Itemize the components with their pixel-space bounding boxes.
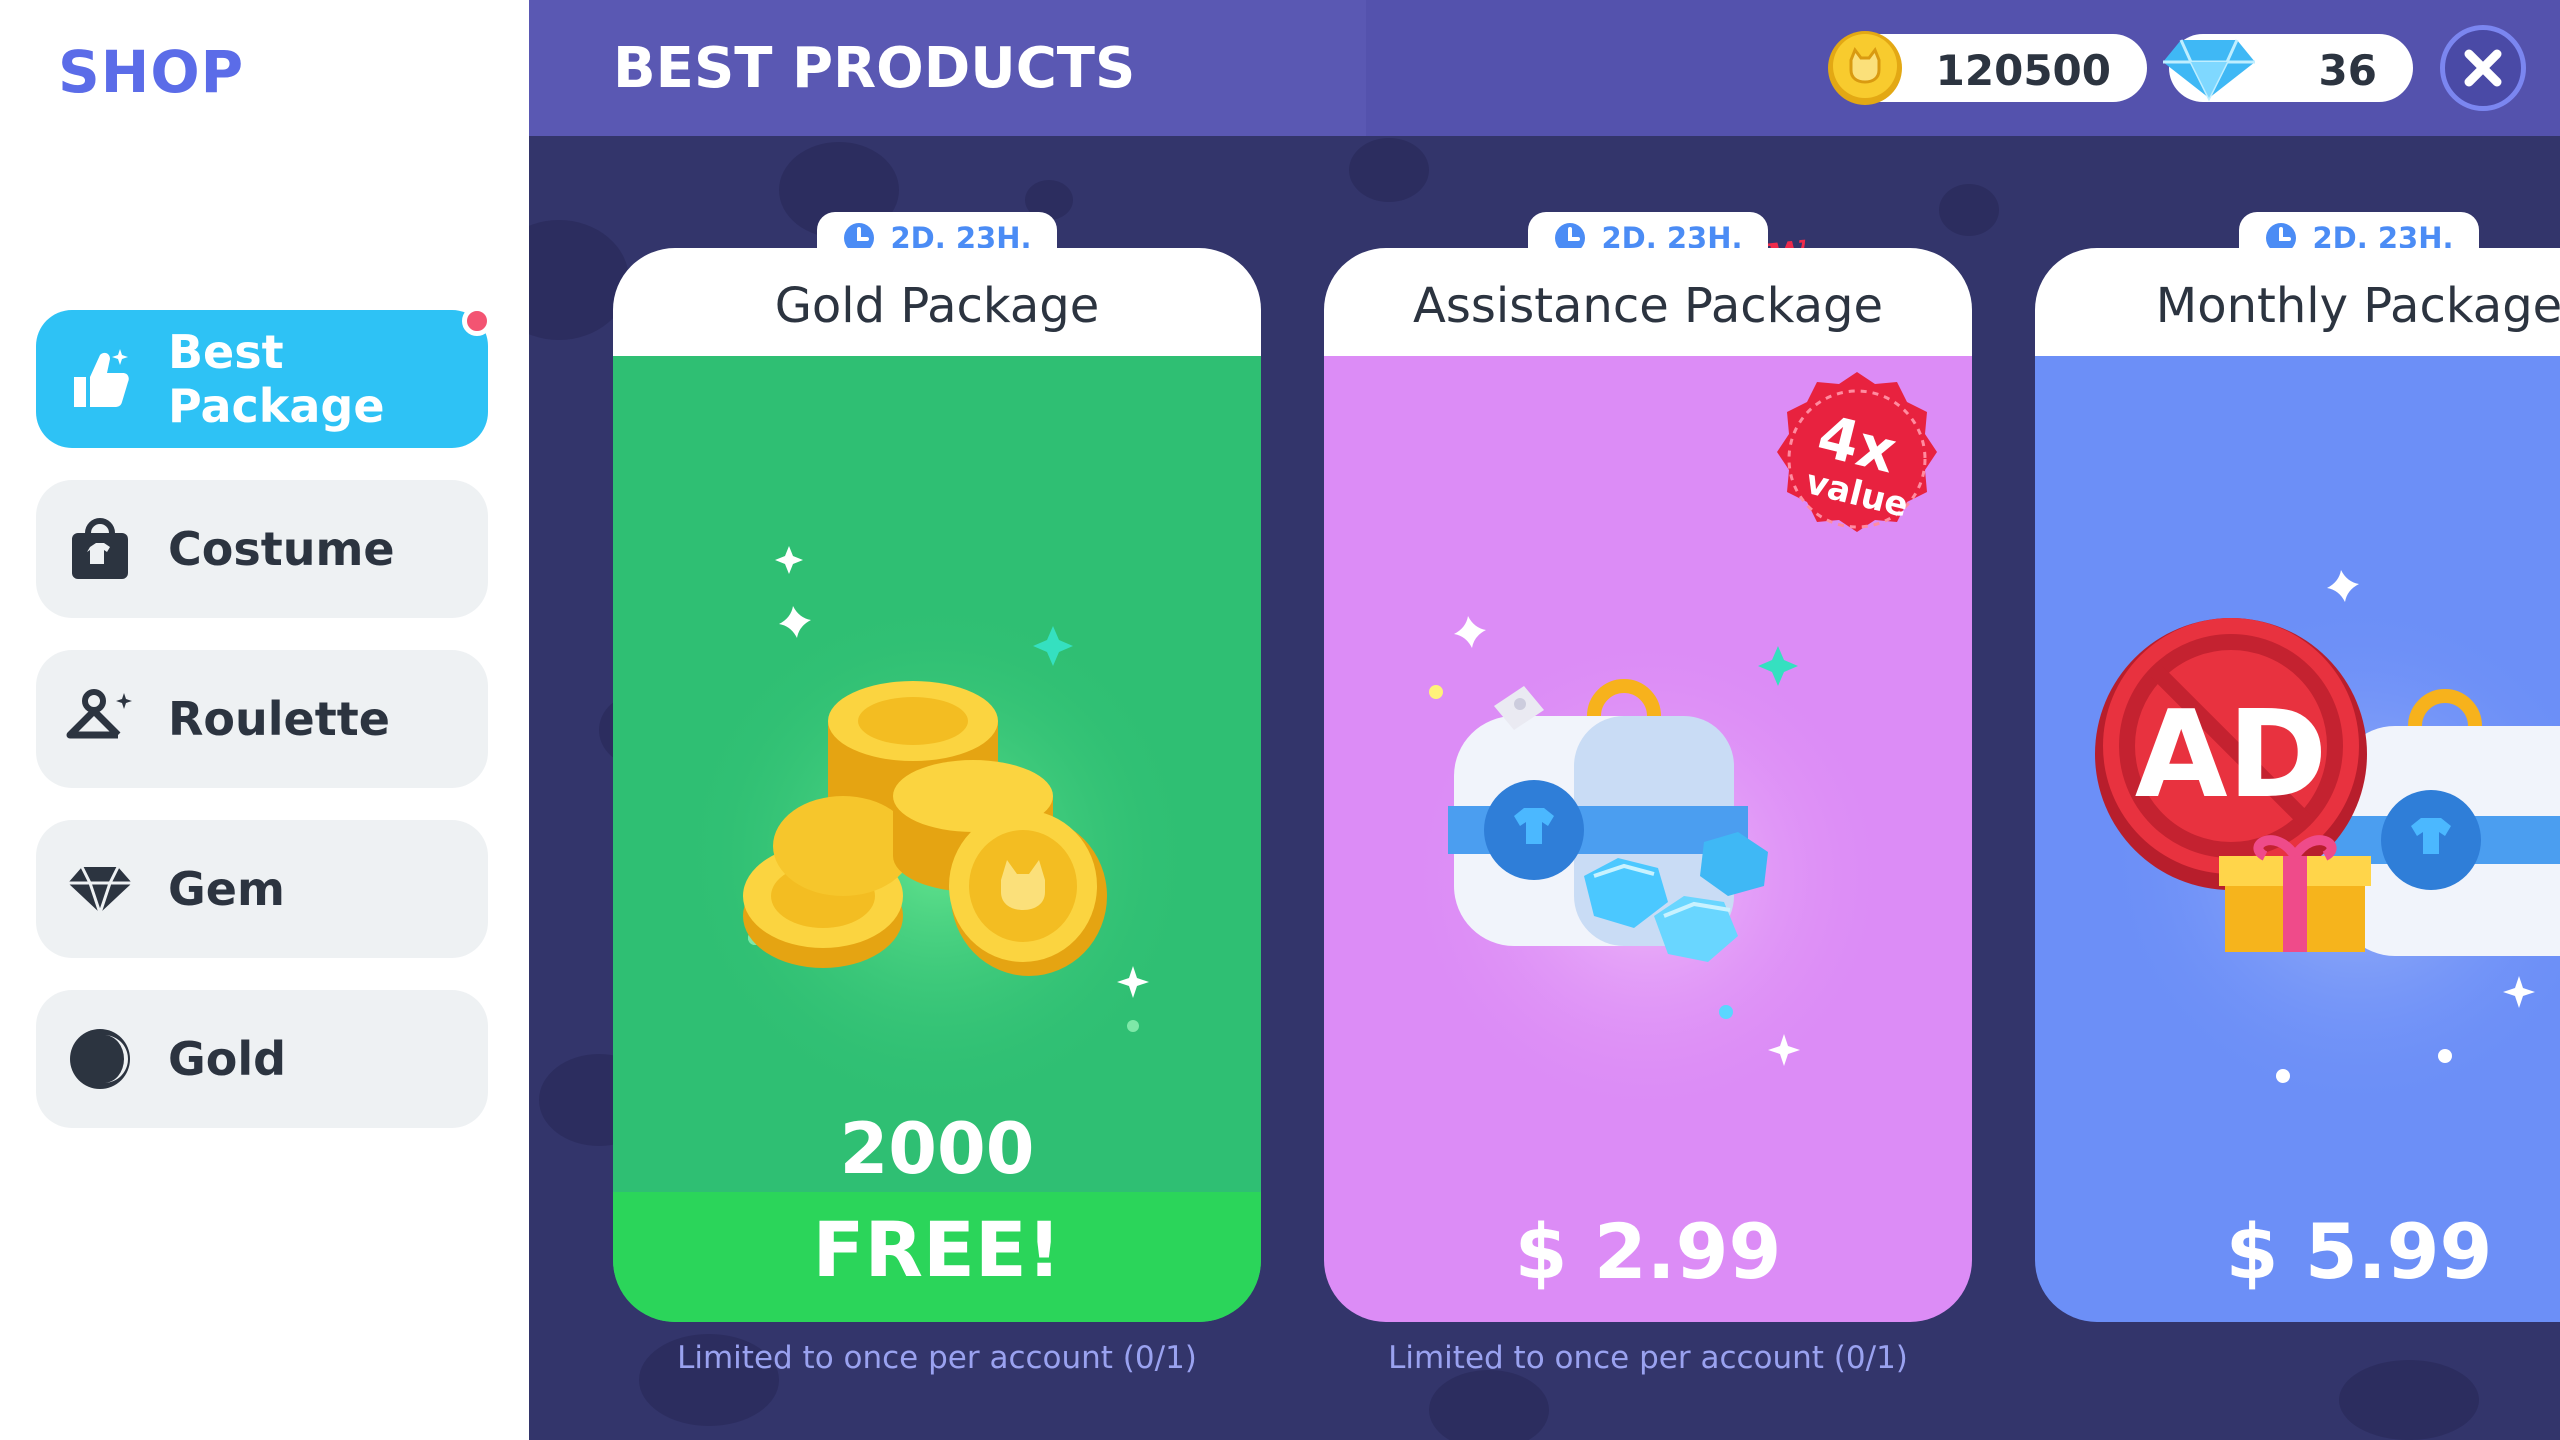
page-title: BEST PRODUCTS xyxy=(613,36,1136,101)
sidebar-item-best-package[interactable]: Best Package xyxy=(36,306,492,448)
main-panel: BEST PRODUCTS 120500 36 2D. 23H. Gold Pa… xyxy=(529,0,2560,1440)
coin-icon xyxy=(64,1023,136,1095)
sidebar-item-label: Best Package xyxy=(168,325,385,433)
close-icon xyxy=(2464,49,2502,87)
card-title: Monthly Package xyxy=(2155,278,2560,334)
header-bar: BEST PRODUCTS 120500 36 xyxy=(529,0,2560,136)
sidebar-item-gem[interactable]: Gem xyxy=(36,820,488,958)
sidebar: SHOP Best Package Costume Roulette Gem G… xyxy=(0,0,529,1440)
purchase-limit-text: Limited to once per account (0/1) xyxy=(677,1340,1197,1376)
product-card-gold-package[interactable]: 2D. 23H. Gold Package 2000 FREE! xyxy=(613,212,1261,1322)
card-art: 4x value $ 2.99 xyxy=(1324,356,1972,1322)
free-bar: FREE! xyxy=(613,1192,1261,1322)
sidebar-item-costume[interactable]: Costume xyxy=(36,480,488,618)
sidebar-item-label: Gem xyxy=(168,862,285,916)
sidebar-item-label: Costume xyxy=(168,522,395,576)
price-label: $ 5.99 xyxy=(2225,1207,2493,1296)
card-title: Gold Package xyxy=(774,278,1100,334)
card-art: 2000 FREE! xyxy=(613,356,1261,1322)
gold-balance: 120500 xyxy=(1828,31,2147,105)
hanger-icon xyxy=(64,683,136,755)
price-label: $ 2.99 xyxy=(1514,1207,1782,1296)
reward-amount: 2000 xyxy=(839,1108,1035,1190)
ad-free-illustration xyxy=(2095,570,2560,1116)
price-label: FREE! xyxy=(812,1205,1062,1294)
gem-balance: 36 xyxy=(2163,34,2413,102)
purchase-limit-text: Limited to once per account (0/1) xyxy=(1388,1340,1908,1376)
shopping-bag-icon xyxy=(64,513,136,585)
notification-dot xyxy=(462,306,492,336)
sidebar-item-label: Gold xyxy=(168,1032,287,1086)
gem-icon xyxy=(64,853,136,925)
ad-label: AD xyxy=(2134,686,2328,825)
product-card-assistance-package[interactable]: 2D. 23H. Assistance Package 4x value $ 2… xyxy=(1324,212,1972,1322)
gem-amount: 36 xyxy=(2318,46,2377,95)
card-title: Assistance Package xyxy=(1413,278,1883,334)
gold-coin-icon xyxy=(1828,31,1902,105)
sidebar-item-gold[interactable]: Gold xyxy=(36,990,488,1128)
sidebar-item-roulette[interactable]: Roulette xyxy=(36,650,488,788)
close-button[interactable] xyxy=(2440,25,2526,111)
gold-amount: 120500 xyxy=(1935,46,2111,95)
thumbs-up-icon xyxy=(64,343,136,415)
diamond-icon xyxy=(2163,39,2255,102)
card-art: AD $ 5.99 xyxy=(2035,356,2560,1322)
sidebar-item-label: Roulette xyxy=(168,692,390,746)
shop-title: SHOP xyxy=(58,38,245,106)
product-card-monthly-package[interactable]: 2D. 23H. Monthly Package AD $ 5.99 xyxy=(2035,212,2560,1322)
